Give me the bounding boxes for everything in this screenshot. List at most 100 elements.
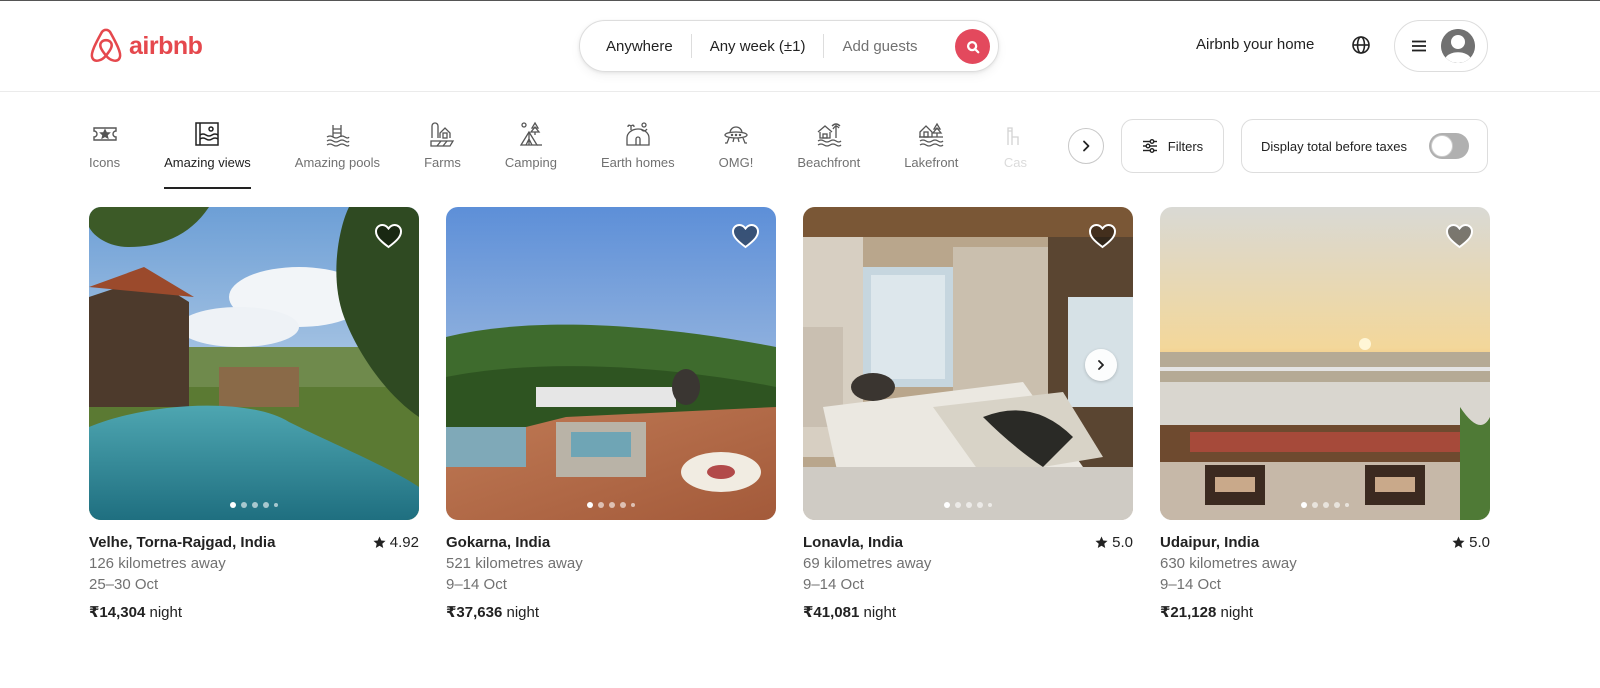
pagination-dot [1334,502,1340,508]
heart-icon[interactable] [1089,224,1116,249]
user-avatar-icon [1441,29,1475,63]
pagination-dot [988,503,992,507]
pagination-dot [252,502,258,508]
listing-title: Lonavla, India [803,534,904,551]
pagination-dot [966,502,972,508]
photo-next-button[interactable] [1085,349,1117,381]
rating-value: 5.0 [1112,534,1133,551]
listing-card[interactable]: Velhe, Torna-Rajgad, India 4.92 126 kilo… [89,207,419,621]
pagination-dot [1323,502,1329,508]
pagination-dot [587,502,593,508]
category-amazing-views[interactable]: Amazing views [164,111,251,189]
price-unit: night [149,604,183,621]
listing-distance: 126 kilometres away [89,555,226,572]
lake-house-icon [919,122,944,147]
categories-next-button[interactable] [1068,128,1104,164]
category-label: Cas [1003,155,1027,170]
price-amount: ₹21,128 [1160,604,1217,621]
filters-label: Filters [1167,138,1204,154]
star-icon [1452,536,1465,548]
pagination-dot [263,502,269,508]
pagination-dot [241,502,247,508]
rating-value: 4.92 [389,534,419,551]
rating-value: 5.0 [1469,534,1490,551]
listing-image [446,207,776,520]
listing-distance: 521 kilometres away [446,555,583,572]
listing-title: Velhe, Torna-Rajgad, India [89,534,276,551]
earth-home-icon [626,122,650,146]
category-bar: Icons Amazing views Amazing pools Farms … [89,111,1099,191]
pagination-dot [609,502,615,508]
heart-icon[interactable] [732,224,759,249]
heart-icon[interactable] [375,224,402,249]
ufo-icon [724,126,748,144]
tent-icon [519,121,542,146]
category-icons[interactable]: Icons [89,111,120,189]
listing-photo[interactable] [1160,207,1490,520]
category-camping[interactable]: Camping [505,111,557,189]
pagination-dot [955,502,961,508]
framed-view-icon [195,122,220,146]
star-icon [373,536,386,548]
category-label: Beachfront [797,155,861,170]
search-guests[interactable]: Add guests [824,38,935,55]
listing-info: Udaipur, India 5.0 630 kilometres away 9… [1160,534,1490,621]
listing-photo[interactable] [446,207,776,520]
photo-pagination [446,502,776,508]
category-label: Earth homes [600,155,675,170]
listing-dates: 25–30 Oct [89,576,159,593]
photo-pagination [803,502,1133,508]
category-lakefront[interactable]: Lakefront [904,111,958,189]
heart-icon[interactable] [1446,224,1473,249]
search-bar[interactable]: Anywhere Any week (±1) Add guests [579,20,999,72]
globe-icon[interactable] [1351,35,1371,55]
search-location[interactable]: Anywhere [580,38,691,55]
farm-icon [430,122,455,147]
price-unit: night [1220,604,1254,621]
listing-card[interactable]: Gokarna, India 521 kilometres away 9–14 … [446,207,776,621]
category-amazing-pools[interactable]: Amazing pools [295,111,380,189]
star-icon [1095,536,1108,548]
pagination-dot [1301,502,1307,508]
user-menu-button[interactable] [1394,20,1488,72]
host-home-link[interactable]: Airbnb your home [1196,36,1314,53]
castle-icon [1007,127,1020,145]
listing-image [89,207,419,520]
pagination-dot [230,502,236,508]
search-dates[interactable]: Any week (±1) [692,38,824,55]
brand-name: airbnb [129,31,203,60]
category-earth-homes[interactable]: Earth homes [601,111,675,189]
listing-info: Gokarna, India 521 kilometres away 9–14 … [446,534,776,621]
listing-price: ₹14,304 night [89,603,419,621]
listing-photo[interactable] [803,207,1133,520]
pagination-dot [1345,503,1349,507]
filters-button[interactable]: Filters [1121,119,1224,173]
category-label: Farms [424,155,461,170]
display-total-switch[interactable] [1429,133,1469,159]
price-amount: ₹14,304 [89,604,146,621]
category-farms[interactable]: Farms [424,111,461,189]
category-castles[interactable]: Cas [1002,111,1028,189]
listing-info: Velhe, Torna-Rajgad, India 4.92 126 kilo… [89,534,419,621]
switch-knob [1431,135,1453,157]
price-amount: ₹41,081 [803,604,860,621]
pagination-dot [1312,502,1318,508]
airbnb-belo-icon [90,28,122,62]
category-beachfront[interactable]: Beachfront [797,111,860,189]
listing-photo[interactable] [89,207,419,520]
listing-card[interactable]: Lonavla, India 5.0 69 kilometres away 9–… [803,207,1133,621]
category-omg[interactable]: OMG! [719,111,753,189]
listing-card[interactable]: Udaipur, India 5.0 630 kilometres away 9… [1160,207,1490,621]
listing-image [803,207,1133,520]
ticket-star-icon [92,127,117,141]
listing-dates: 9–14 Oct [446,576,507,593]
airbnb-logo[interactable]: airbnb [89,28,203,64]
listing-rating: 5.0 [1095,534,1133,551]
price-amount: ₹37,636 [446,604,503,621]
search-button[interactable] [955,29,990,64]
listing-image [1160,207,1490,520]
pagination-dot [274,503,278,507]
listing-price: ₹37,636 night [446,603,776,621]
display-total-toggle-container: Display total before taxes [1241,119,1488,173]
listing-rating: 4.92 [373,534,419,551]
